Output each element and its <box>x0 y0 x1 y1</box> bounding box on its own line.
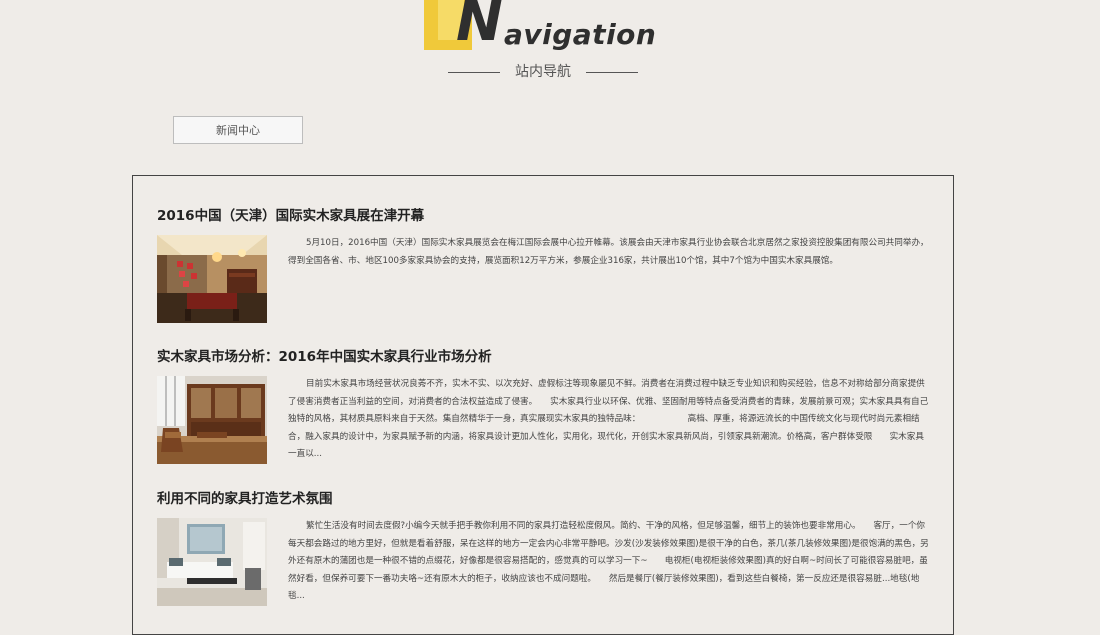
news-thumbnail[interactable] <box>157 376 267 464</box>
cabinet-room-photo <box>157 376 267 464</box>
news-item[interactable]: 实木家具市场分析：2016年中国实木家具行业市场分析 目前实木家具市场经营状况良… <box>157 347 929 464</box>
news-title[interactable]: 利用不同的家具打造艺术氛围 <box>157 489 929 509</box>
section-subtitle: 站内导航 <box>448 62 638 82</box>
news-thumbnail[interactable] <box>157 235 267 323</box>
news-thumbnail[interactable] <box>157 518 267 606</box>
subtitle-divider-right <box>586 72 638 73</box>
news-title[interactable]: 2016中国（天津）国际实木家具展在津开幕 <box>157 206 929 226</box>
category-button-news-center[interactable]: 新闻中心 <box>173 116 303 144</box>
navigation-logo: N avigation <box>424 0 674 58</box>
logo-initial: N <box>456 0 503 54</box>
living-room-photo <box>157 518 267 606</box>
news-summary: 目前实木家具市场经营状况良莠不齐，实木不实、以次充好、虚假标注等现象屡见不鲜。消… <box>288 379 929 459</box>
news-summary: 5月10日，2016中国（天津）国际实木家具展览会在梅江国际会展中心拉开帷幕。该… <box>288 238 929 266</box>
news-summary: 繁忙生活没有时间去度假?小编今天就手把手教你利用不同的家具打造轻松度假风。简约、… <box>288 521 929 601</box>
news-list-panel: 2016中国（天津）国际实木家具展在津开幕 5月10日，2016中国（天津）国际… <box>132 175 954 635</box>
news-item[interactable]: 2016中国（天津）国际实木家具展在津开幕 5月10日，2016中国（天津）国际… <box>157 206 929 323</box>
news-title[interactable]: 实木家具市场分析：2016年中国实木家具行业市场分析 <box>157 347 929 367</box>
logo-word: avigation <box>504 18 657 51</box>
news-item[interactable]: 利用不同的家具打造艺术氛围 繁忙生活没有时间去度假?小编今天就手把手教你利用不同… <box>157 489 929 606</box>
showroom-photo <box>157 235 267 323</box>
